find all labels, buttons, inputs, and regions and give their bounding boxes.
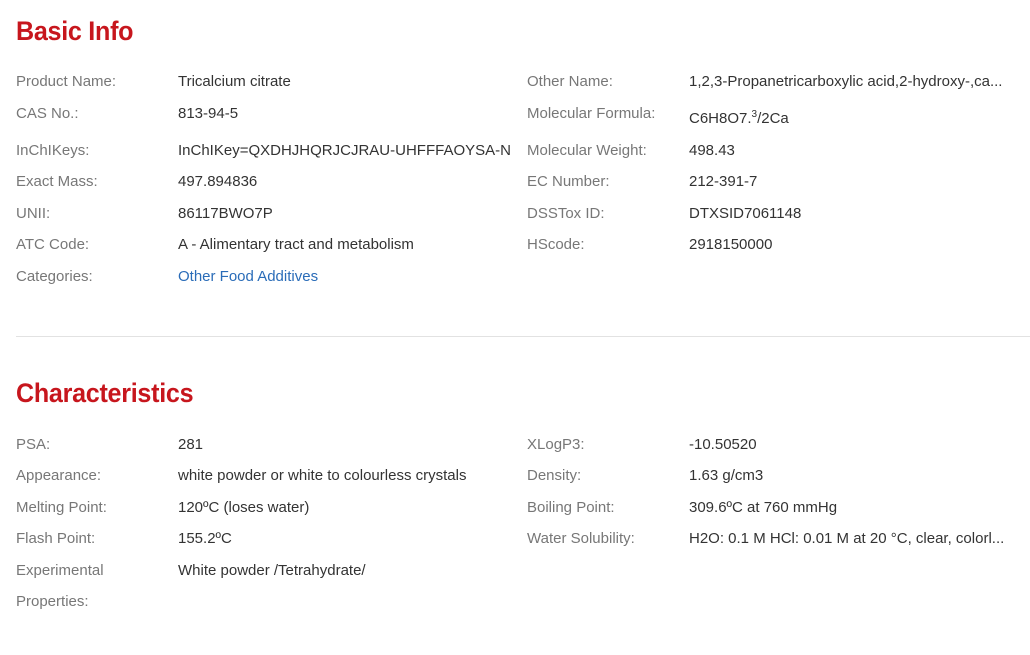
dsstox-label: DSSTox ID: [527,205,605,222]
xlogp3-value: -10.50520 [689,436,757,453]
row-experimental-properties: Experimental Properties: White powder /T… [0,559,1030,615]
row-categories: Categories: Other Food Additives [0,265,1030,289]
atc-code-label: ATC Code: [16,236,90,253]
inchikeys-value: InChIKey=QXDHJHQRJCJRAU-UHFFFAOYSA-N [178,142,511,159]
row-flash-point: Flash Point: 155.2ºC Water Solubility: H… [0,527,1030,551]
inchikeys-label: InChIKeys: [16,142,90,159]
row-cas: CAS No.: 813-94-5 Molecular Formula: C6H… [0,102,1030,127]
formula-main: C6H8O7. [689,110,752,127]
categories-label: Categories: [16,268,93,285]
flash-point-value: 155.2ºC [178,530,232,547]
basic-info-heading: Basic Info [16,16,134,46]
cas-label: CAS No.: [16,105,79,122]
psa-label: PSA: [16,436,51,453]
molecular-weight-value: 498.43 [689,142,735,159]
melting-point-value: 120ºC (loses water) [178,499,310,516]
row-psa: PSA: 281 XLogP3: -10.50520 [0,433,1030,457]
hscode-value: 2918150000 [689,236,773,253]
row-atc: ATC Code: A - Alimentary tract and metab… [0,233,1030,257]
row-melting-point: Melting Point: 120ºC (loses water) Boili… [0,496,1030,520]
water-solubility-value: H2O: 0.1 M HCl: 0.01 M at 20 °C, clear, … [689,530,1005,547]
flash-point-label: Flash Point: [16,530,96,547]
density-value: 1.63 g/cm3 [689,467,764,484]
ec-number-label: EC Number: [527,173,610,190]
categories-link[interactable]: Other Food Additives [178,265,513,289]
atc-code-value: A - Alimentary tract and metabolism [178,236,414,253]
boiling-point-value: 309.6ºC at 760 mmHg [689,499,838,516]
product-name-value: Tricalcium citrate [178,73,291,90]
exact-mass-label: Exact Mass: [16,173,98,190]
formula-tail: /2Ca [757,110,789,127]
molecular-weight-label: Molecular Weight: [527,142,647,159]
appearance-value: white powder or white to colourless crys… [178,467,467,484]
product-name-label: Product Name: [16,73,117,90]
row-exact-mass: Exact Mass: 497.894836 EC Number: 212-39… [0,170,1030,194]
characteristics-heading: Characteristics [16,378,194,408]
row-unii: UNII: 86117BWO7P DSSTox ID: DTXSID706114… [0,202,1030,226]
dsstox-value: DTXSID7061148 [689,205,802,222]
water-solubility-label: Water Solubility: [527,530,635,547]
experimental-properties-label-line2: Properties: [16,593,89,610]
melting-point-label: Melting Point: [16,499,107,516]
molecular-formula-label: Molecular Formula: [527,105,656,122]
exact-mass-value: 497.894836 [178,173,258,190]
boiling-point-label: Boiling Point: [527,499,615,516]
other-name-label: Other Name: [527,73,613,90]
density-label: Density: [527,467,582,484]
unii-value: 86117BWO7P [178,205,273,222]
row-appearance: Appearance: white powder or white to col… [0,464,1030,488]
molecular-formula-value: C6H8O7.3/2Ca [689,107,1012,131]
appearance-label: Appearance: [16,467,102,484]
row-inchikeys: InChIKeys: InChIKey=QXDHJHQRJCJRAU-UHFFF… [0,139,1030,163]
experimental-properties-label-line1: Experimental [16,562,104,579]
cas-value: 813-94-5 [178,105,239,122]
xlogp3-label: XLogP3: [527,436,585,453]
ec-number-value: 212-391-7 [689,173,758,190]
experimental-properties-value: White powder /Tetrahydrate/ [178,562,366,579]
other-name-value: 1,2,3-Propanetricarboxylic acid,2-hydrox… [689,73,1003,90]
row-product-name: Product Name: Tricalcium citrate Other N… [0,70,1030,94]
section-divider [16,336,1030,337]
psa-value: 281 [178,436,204,453]
unii-label: UNII: [16,205,51,222]
hscode-label: HScode: [527,236,585,253]
